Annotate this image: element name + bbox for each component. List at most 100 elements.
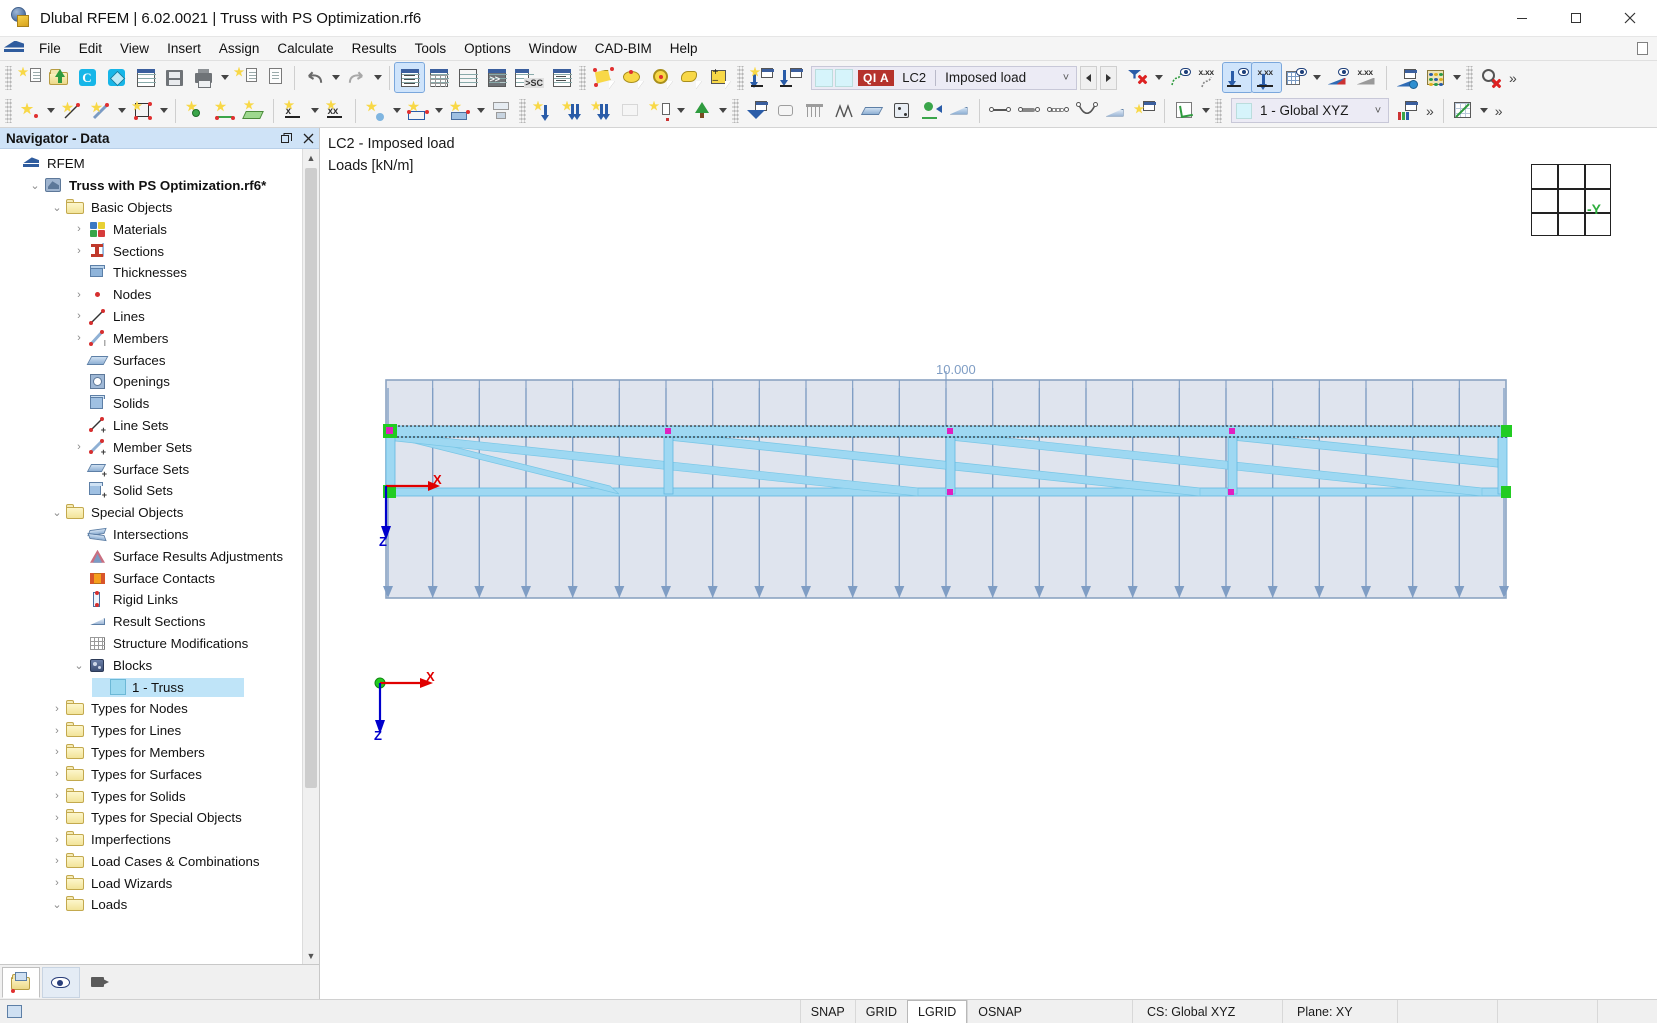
chevron-down-icon[interactable]: ⌄	[70, 655, 88, 675]
chevron-right-icon[interactable]: ›	[48, 830, 66, 850]
member-cable-button[interactable]	[1072, 96, 1101, 125]
node-1[interactable]	[386, 427, 393, 434]
toolbar-grip[interactable]	[5, 99, 12, 123]
tree-item-lines[interactable]: ›Lines	[0, 306, 302, 328]
load-wizard-tree-button[interactable]	[687, 96, 716, 125]
menubar-window-icon[interactable]	[1635, 39, 1651, 59]
new-line-load-button[interactable]	[445, 96, 474, 125]
chevron-right-icon[interactable]: ›	[48, 742, 66, 762]
chevron-down-icon[interactable]: ⌄	[26, 176, 44, 196]
undock-icon[interactable]	[275, 128, 297, 149]
toolbar-overflow-1[interactable]: »	[1505, 70, 1521, 86]
show-results-button[interactable]	[1323, 63, 1352, 92]
select-plus-box-button[interactable]: +–	[705, 63, 734, 92]
select-polygon-button[interactable]	[589, 63, 618, 92]
chevron-right-icon[interactable]: ›	[70, 328, 88, 348]
navigator-tab-display[interactable]	[42, 967, 80, 998]
chevron-down-icon[interactable]: ⌄	[48, 895, 66, 915]
render-solid-button[interactable]	[771, 96, 800, 125]
chevron-right-icon[interactable]: ›	[48, 873, 66, 893]
graphic-tools-button[interactable]	[1449, 96, 1478, 125]
structure-graphic[interactable]: X Z X Z	[320, 128, 1656, 968]
render-wire-button[interactable]	[800, 96, 829, 125]
tree-item-solid-sets[interactable]: +Solid Sets	[0, 480, 302, 502]
node-bottom-mid[interactable]	[947, 489, 953, 495]
tree-item-structure-modifications[interactable]: Structure Modifications	[0, 633, 302, 655]
chevron-down-icon[interactable]: ⌄	[48, 197, 66, 217]
toolbar-grip[interactable]	[579, 66, 586, 90]
graphic-tools-dropdown-arrow[interactable]	[1478, 96, 1491, 125]
menu-cad-bim[interactable]: CAD-BIM	[586, 39, 661, 58]
navigator-tree[interactable]: RFEM⌄Truss with PS Optimization.rf6*⌄Bas…	[0, 149, 302, 964]
new-member-hinge-button[interactable]: x	[279, 96, 308, 125]
menu-results[interactable]: Results	[343, 39, 406, 58]
new-surface-load-button[interactable]	[487, 96, 516, 125]
menu-edit[interactable]: Edit	[70, 39, 111, 58]
select-freehand-button[interactable]	[676, 63, 705, 92]
maximize-button[interactable]	[1549, 0, 1603, 37]
menu-insert[interactable]: Insert	[158, 39, 210, 58]
toolbar-grip[interactable]	[737, 66, 744, 90]
select-ellipse-button[interactable]	[618, 63, 647, 92]
status-left-icon[interactable]	[4, 1001, 26, 1023]
navigator-panel-button[interactable]	[395, 63, 424, 92]
member-load-dropdown-arrow[interactable]	[432, 96, 445, 125]
work-plane-button[interactable]	[1393, 96, 1422, 125]
node-2[interactable]	[665, 428, 671, 434]
menu-view[interactable]: View	[111, 39, 158, 58]
tree-item-members[interactable]: ›IMembers	[0, 327, 302, 349]
member-result-button[interactable]	[1101, 96, 1130, 125]
show-deformation-button[interactable]	[1165, 63, 1194, 92]
tree-item-solids[interactable]: Solids	[0, 393, 302, 415]
undo-dropdown-arrow[interactable]	[329, 63, 342, 92]
select-circle-button[interactable]	[647, 63, 676, 92]
tree-item-rfem[interactable]: RFEM	[0, 153, 302, 175]
tree-item-result-sections[interactable]: Result Sections	[0, 611, 302, 633]
top-chord-member[interactable]	[386, 426, 1507, 437]
toolbar-overflow-2a[interactable]: »	[1422, 103, 1438, 119]
chevron-right-icon[interactable]: ›	[70, 437, 88, 457]
tree-item-load-wizards[interactable]: ›Load Wizards	[0, 872, 302, 894]
tree-item-thicknesses[interactable]: Thicknesses	[0, 262, 302, 284]
member-new-button[interactable]	[1130, 96, 1159, 125]
menu-file[interactable]: File	[30, 39, 70, 58]
tree-item-sections[interactable]: ›Sections	[0, 240, 302, 262]
scroll-down-icon[interactable]: ▼	[303, 947, 319, 964]
console-button[interactable]: >>_	[482, 63, 511, 92]
chevron-down-icon[interactable]: ˅	[1056, 72, 1076, 84]
chevron-right-icon[interactable]: ›	[48, 764, 66, 784]
status-toggle-lgrid[interactable]: LGRID	[907, 1000, 967, 1023]
support-node-right[interactable]	[1501, 486, 1511, 498]
redo-button[interactable]	[342, 63, 371, 92]
new-member-dropdown-arrow[interactable]	[115, 96, 128, 125]
apply-load-case-button[interactable]	[776, 63, 805, 92]
tree-item-surfaces[interactable]: Surfaces	[0, 349, 302, 371]
navigator-tab-data[interactable]	[2, 967, 40, 998]
close-icon[interactable]	[297, 128, 319, 149]
work-plane-view-button[interactable]	[742, 96, 771, 125]
connect-button[interactable]: C	[73, 63, 102, 92]
tree-item-member-sets[interactable]: ›+Member Sets	[0, 436, 302, 458]
result-values-button[interactable]: x.xx	[1352, 63, 1381, 92]
status-toggle-osnap[interactable]: OSNAP	[967, 1000, 1032, 1023]
new-member-load-button[interactable]	[403, 96, 432, 125]
imposed-deformation-2-button[interactable]	[587, 96, 616, 125]
model-check-button[interactable]	[1170, 96, 1199, 125]
load-case-selector[interactable]: QI A LC2 Imposed load ˅	[811, 66, 1077, 90]
toolbar-grip[interactable]	[1215, 99, 1222, 123]
toolbar-grip[interactable]	[5, 66, 12, 90]
toolbar-grip[interactable]	[519, 99, 526, 123]
status-toggle-grid[interactable]: GRID	[855, 1000, 907, 1023]
node-5[interactable]	[1501, 425, 1512, 437]
section-view-button[interactable]	[945, 96, 974, 125]
render-grid-button[interactable]	[1281, 63, 1310, 92]
prev-load-case-button[interactable]	[1080, 66, 1097, 90]
scroll-up-icon[interactable]: ▲	[303, 149, 319, 166]
save-button[interactable]	[160, 63, 189, 92]
node-bottom-3[interactable]	[1228, 489, 1234, 495]
new-member-button[interactable]	[86, 96, 115, 125]
new-surface-support-button[interactable]	[239, 96, 268, 125]
new-nodal-load-button[interactable]	[361, 96, 390, 125]
nodal-load-dropdown-arrow[interactable]	[390, 96, 403, 125]
new-node-button[interactable]	[15, 96, 44, 125]
